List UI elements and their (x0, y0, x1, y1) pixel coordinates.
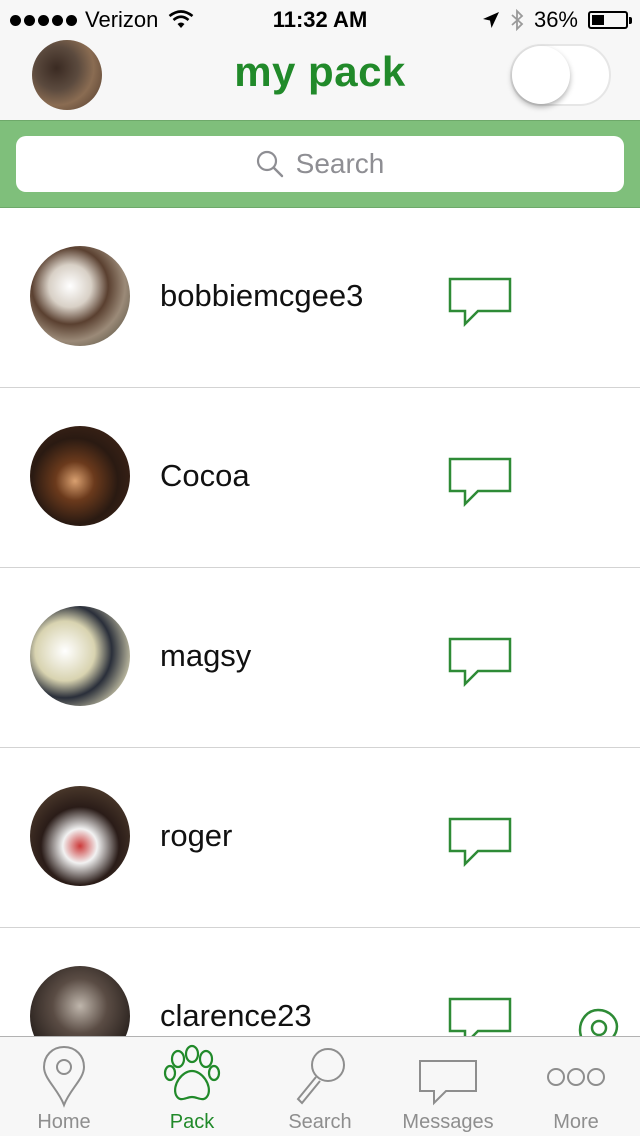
search-input[interactable]: Search (16, 136, 624, 192)
battery-icon (588, 11, 632, 29)
visibility-toggle[interactable] (510, 44, 611, 106)
map-pin-icon[interactable] (572, 1008, 624, 1036)
tab-more[interactable]: More (512, 1037, 640, 1137)
tab-messages[interactable]: Messages (384, 1037, 512, 1137)
nav-bar: my pack (0, 40, 640, 120)
tab-home[interactable]: Home (0, 1037, 128, 1137)
list-item[interactable]: roger (0, 748, 640, 928)
message-bubble-icon[interactable] (448, 817, 512, 867)
tab-label: More (553, 1111, 599, 1133)
location-arrow-icon (482, 12, 499, 28)
avatar[interactable] (30, 966, 130, 1036)
message-bubble-icon[interactable] (448, 637, 512, 687)
tab-search[interactable]: Search (256, 1037, 384, 1137)
list-item[interactable]: Cocoa (0, 388, 640, 568)
battery-percent: 36% (533, 7, 578, 32)
message-bubble-icon[interactable] (448, 457, 512, 507)
toggle-knob (512, 46, 570, 104)
search-bar-container: Search (0, 120, 640, 208)
avatar[interactable] (30, 246, 130, 346)
member-name[interactable]: magsy (160, 638, 251, 674)
member-name[interactable]: Cocoa (160, 458, 250, 494)
member-name[interactable]: clarence23 (160, 998, 312, 1034)
bluetooth-icon (511, 9, 524, 31)
tab-pack[interactable]: Pack (128, 1037, 256, 1137)
tab-label: Home (37, 1111, 91, 1133)
map-pin-icon (42, 1045, 86, 1108)
tab-label: Search (288, 1111, 352, 1133)
member-name[interactable]: roger (160, 818, 232, 854)
list-item[interactable]: magsy (0, 568, 640, 748)
list-item[interactable]: bobbiemcgee3 (0, 208, 640, 388)
message-bubble-icon[interactable] (448, 277, 512, 327)
more-icon (547, 1068, 605, 1086)
search-icon (256, 150, 283, 178)
magnifier-icon (296, 1048, 345, 1105)
paw-icon (163, 1044, 221, 1101)
message-bubble-icon (419, 1060, 477, 1106)
status-bar: Verizon 11:32 AM 36% (0, 0, 640, 40)
tab-bar: Home Pack Search Messages More (0, 1036, 640, 1136)
tab-label: Pack (169, 1111, 215, 1133)
avatar[interactable] (30, 606, 130, 706)
avatar[interactable] (30, 786, 130, 886)
pack-list: bobbiemcgee3 Cocoa magsy roger clarence2… (0, 208, 640, 1036)
member-name[interactable]: bobbiemcgee3 (160, 278, 363, 314)
tab-label: Messages (402, 1111, 494, 1133)
search-placeholder: Search (295, 148, 385, 179)
message-bubble-icon[interactable] (448, 997, 512, 1036)
avatar[interactable] (30, 426, 130, 526)
list-item[interactable]: clarence23 (0, 928, 640, 1036)
